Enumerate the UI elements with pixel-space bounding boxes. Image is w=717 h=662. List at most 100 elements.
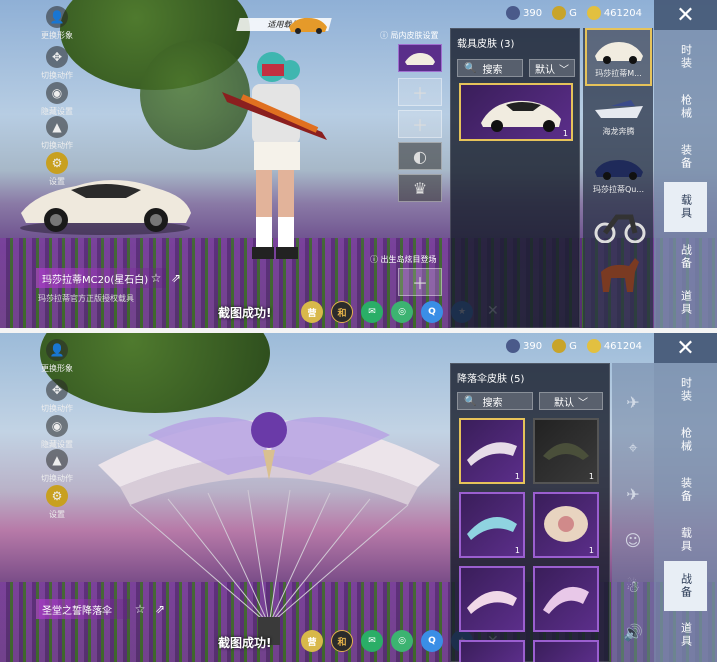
slot-add[interactable]: ＋	[398, 110, 442, 138]
wechat-icon[interactable]: ✉	[361, 630, 383, 652]
bottom-screen: 👤 更换形象 ✥ 切换动作 ◉ 隐藏设置 ▲ 切换动作 ⚙ 设置 圣堂之誓降落伞 ☆ ⇗ …	[0, 333, 717, 662]
person-icon: 👤	[46, 6, 68, 28]
search-input[interactable]: 🔍 搜索	[457, 59, 523, 77]
qq-icon[interactable]: Q	[421, 301, 443, 323]
hide-settings-button[interactable]: ◉ 隐藏设置	[32, 82, 82, 117]
slot-selected[interactable]	[398, 44, 442, 72]
sort-dropdown[interactable]: 默认 ﹀	[539, 392, 603, 410]
switch-action-button[interactable]: ✥ 切换动作	[32, 379, 82, 414]
tab-vehicles[interactable]: 载具	[664, 182, 707, 232]
vehicle-item[interactable]	[585, 204, 652, 254]
currency-bar: 390 G 461204	[505, 6, 642, 20]
plane-icon[interactable]: ✈	[614, 475, 652, 513]
parachute-card[interactable]: 1	[533, 418, 599, 484]
settings-button[interactable]: ⚙ 设置	[32, 485, 82, 520]
menu-label: 切换动作	[41, 71, 73, 80]
parachute-thumb	[467, 590, 517, 614]
search-input[interactable]: 🔍 搜索	[457, 392, 533, 410]
game-share-icon[interactable]: 和	[331, 630, 353, 652]
slot-locked[interactable]: ◐	[398, 142, 442, 170]
item-name: 圣堂之誓降落伞	[42, 605, 112, 617]
helmet-icon: ◐	[413, 146, 427, 166]
chevron-down-icon: ﹀	[559, 64, 569, 76]
tab-weapons[interactable]: 枪械	[654, 415, 717, 465]
hide-settings-button[interactable]: ◉ 隐藏设置	[32, 415, 82, 450]
quantity: 1	[514, 472, 520, 481]
gold-label: G	[569, 7, 577, 19]
tab-equipment[interactable]: 装备	[654, 132, 717, 182]
switch-effect-button[interactable]: ▲ 切换动作	[32, 116, 82, 151]
vehicle-item[interactable]: 海龙奔腾	[585, 88, 652, 144]
switch-effect-button[interactable]: ▲ 切换动作	[32, 449, 82, 484]
settings-button[interactable]: ⚙ 设置	[32, 152, 82, 187]
vehicle-item[interactable]: 玛莎拉蒂Qu...	[585, 146, 652, 202]
help-icon: ⓘ	[370, 255, 378, 264]
parachute-card[interactable]	[459, 566, 525, 632]
vehicle-item[interactable]	[585, 256, 652, 312]
camp-share-icon[interactable]: 营	[301, 301, 323, 323]
item-description: 玛莎拉蒂官方正版授权载具	[38, 294, 134, 303]
parachute-card[interactable]: 1	[459, 492, 525, 558]
slot-add[interactable]: ＋	[398, 78, 442, 106]
change-appearance-button[interactable]: 👤 更换形象	[32, 6, 82, 41]
tab-equipment[interactable]: 装备	[654, 465, 717, 515]
moments-icon[interactable]: ◎	[391, 301, 413, 323]
star-icon[interactable]: ☆	[132, 601, 148, 617]
close-icon[interactable]: ✕	[654, 0, 717, 30]
slot-locked[interactable]: ♛	[398, 174, 442, 202]
tab-weapons[interactable]: 枪械	[654, 82, 717, 132]
qq-icon[interactable]: Q	[421, 630, 443, 652]
outside-skin-setting[interactable]: ⓘ 局内皮肤设置	[380, 30, 439, 41]
item-name: 玛莎拉蒂MC20(星石白)	[42, 274, 149, 286]
face-icon[interactable]: ☺	[614, 521, 652, 559]
drone-icon[interactable]: ⌖	[614, 429, 652, 467]
glider-icon[interactable]: ✈	[614, 383, 652, 421]
share-icon[interactable]: ⇗	[152, 601, 168, 617]
tab-battle-gear[interactable]: 战备	[664, 561, 707, 611]
motorbike-thumb	[589, 204, 649, 243]
parachute-card[interactable]	[533, 566, 599, 632]
parachute-card-selected[interactable]: 1	[459, 418, 525, 484]
tab-label: 时装	[679, 377, 693, 403]
category-nav: ✕ 时装 枪械 装备 载具 战备 道具	[654, 333, 717, 662]
plus-icon: ＋	[411, 84, 428, 103]
quantity: 1	[514, 546, 520, 555]
sort-dropdown[interactable]: 默认 ﹀	[529, 59, 575, 77]
game-share-icon[interactable]: 和	[331, 301, 353, 323]
arrows-icon: ✥	[46, 379, 68, 401]
parachute-card[interactable]	[533, 640, 599, 662]
menu-label: 设置	[49, 177, 65, 186]
gem-currency: 390	[505, 6, 542, 20]
speaker-icon[interactable]: 🔊	[614, 613, 652, 651]
tab-items[interactable]: 道具	[654, 282, 717, 324]
slot-add[interactable]: ＋	[398, 268, 442, 296]
island-entry-setting[interactable]: ⓘ 出生岛炫目登场	[370, 254, 437, 265]
change-appearance-button[interactable]: 👤 更换形象	[32, 339, 82, 374]
mascot-icon[interactable]: ☃	[614, 567, 652, 605]
tab-fashion[interactable]: 时装	[654, 365, 717, 415]
skin-card-selected[interactable]: 1	[459, 83, 573, 141]
switch-action-button[interactable]: ✥ 切换动作	[32, 46, 82, 81]
share-icon[interactable]: ⇗	[168, 270, 184, 286]
star-icon[interactable]: ☆	[148, 270, 164, 286]
tab-vehicles[interactable]: 载具	[654, 515, 717, 565]
parachute-card[interactable]	[459, 640, 525, 662]
top-screen: 适用载具 👤 更换形象 ✥ 切换动作 ◉ 隐藏设置 ▲ 切换动作 ⚙ 设置 玛莎拉蒂MC2…	[0, 0, 717, 328]
plus-icon: ＋	[411, 274, 428, 293]
vehicle-label: 玛莎拉蒂Qu...	[593, 185, 644, 194]
menu-label: 切换动作	[41, 474, 73, 483]
parachute-thumb	[543, 586, 589, 614]
camp-share-icon[interactable]: 营	[301, 630, 323, 652]
vehicle-item[interactable]: 玛莎拉蒂M...	[585, 28, 652, 86]
screenshot-success-text: 截图成功!	[218, 306, 272, 320]
tab-label: 战备	[679, 573, 693, 599]
points-currency: 461204	[586, 6, 642, 20]
tab-fashion[interactable]: 时装	[654, 32, 717, 82]
moments-icon[interactable]: ◎	[391, 630, 413, 652]
close-icon[interactable]: ✕	[654, 333, 717, 363]
tab-battle-gear[interactable]: 战备	[654, 232, 717, 282]
wechat-icon[interactable]: ✉	[361, 301, 383, 323]
tab-items[interactable]: 道具	[654, 613, 717, 657]
parachute-card[interactable]: 1	[533, 492, 599, 558]
tab-label: 装备	[679, 144, 693, 170]
